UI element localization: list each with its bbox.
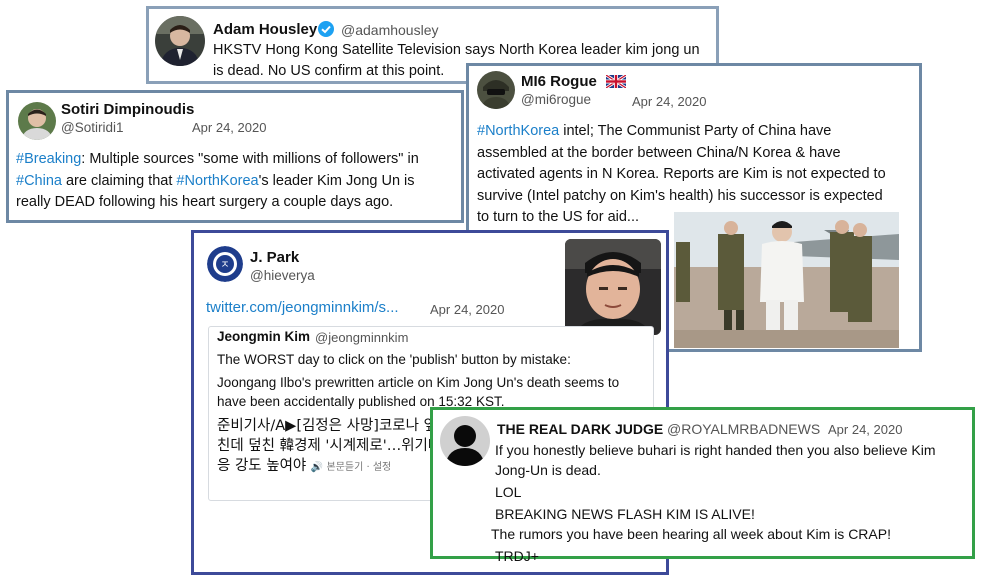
avatar[interactable] [18,102,56,140]
tweet-photo[interactable] [674,212,899,348]
tweet-date[interactable]: Apr 24, 2020 [430,302,504,317]
avatar[interactable] [477,71,515,109]
author-handle[interactable]: @hieverya [250,268,315,283]
text-fragment: 's leader Kim Jong Un is [258,172,415,189]
tweet-text-line: TRDJ+ [495,547,539,564]
author-handle[interactable]: @mi6rogue [521,92,591,107]
tweet-date[interactable]: Apr 24, 2020 [192,120,266,135]
tweet-text-line: #NorthKorea intel; The Communist Party o… [477,121,923,143]
hashtag-breaking[interactable]: #Breaking [16,151,81,167]
tweet-text-line: assembled at the border between China/N … [477,144,841,161]
tweet-text-line: activated agents in N Korea. Reports are… [477,166,886,182]
quoted-text: The WORST day to click on the 'publish' … [217,350,649,412]
quoted-text-line: The WORST day to click on the 'publish' … [217,352,571,367]
author-name[interactable]: Adam Housley [213,21,317,38]
author-handle[interactable]: @adamhousley [341,22,439,38]
tweet-text-line: LOL [495,484,522,500]
avatar[interactable] [440,416,490,466]
tweet-text-line: #China are claiming that #NorthKorea's l… [16,171,466,193]
tweet-text-line: survive (Intel patchy on Kim's health) h… [477,187,883,204]
text-fragment: intel; The Communist Party of China have [559,123,832,139]
listen-button[interactable]: 🔊 본문듣기 · 설정 [311,462,391,473]
hashtag-northkorea[interactable]: #NorthKorea [477,123,559,139]
tweet-photo[interactable] [565,239,661,335]
quoted-text-line: Joongang Ilbo's prewritten article on Ki… [217,374,620,390]
tweet-text-line: BREAKING NEWS FLASH KIM IS ALIVE! [495,505,755,522]
author-name[interactable]: THE REAL DARK JUDGE [497,421,663,437]
tweet-text-line: If you honestly believe buhari is right … [495,442,936,458]
tweet-text-line: Jong-Un is dead. [495,461,601,478]
tweet-date[interactable]: Apr 24, 2020 [632,94,706,109]
author-name[interactable]: J. Park [250,249,299,266]
uk-flag-icon [605,73,627,90]
author-name[interactable]: MI6 Rogue [521,73,597,90]
tweet-text: If you honestly believe buhari is right … [491,441,975,566]
hashtag-china[interactable]: #China [16,173,62,189]
avatar[interactable] [155,16,205,66]
tweet-date[interactable]: Apr 24, 2020 [828,422,902,437]
tweet-text: #Breaking: Multiple sources "some with m… [16,149,466,214]
hashtag-northkorea[interactable]: #NorthKorea [176,173,258,189]
text-fragment: : Multiple sources "some with millions o… [81,151,419,167]
text-fragment: are claiming that [61,172,177,189]
tweet-text-line: really DEAD following his heart surgery … [16,194,394,210]
quoted-author-name[interactable]: Jeongmin Kim [217,329,310,344]
headline-fragment: 응 강도 높여야 [217,458,307,474]
svg-text:ㅈ: ㅈ [220,260,229,271]
author-handle[interactable]: @ROYALMRBADNEWS [667,421,820,437]
verified-badge-icon [318,21,334,37]
author-handle[interactable]: @Sotiridi1 [61,120,123,135]
tweet-card-sotiri-dimpinoudis: Sotiri Dimpinoudis @Sotiridi1 Apr 24, 20… [6,90,464,223]
tweet-text-line: The rumors you have been hearing all wee… [491,526,891,542]
quoted-author-handle[interactable]: @jeongminnkim [315,330,408,345]
tweet-card-real-dark-judge: THE REAL DARK JUDGE @ROYALMRBADNEWS Apr … [430,407,975,564]
tweet-link[interactable]: twitter.com/jeongminnkim/s... [206,299,399,316]
avatar[interactable]: ㅈ [207,246,243,282]
tweet-text-line: HKSTV Hong Kong Satellite Television say… [213,42,700,58]
tweet-text-line: #Breaking: Multiple sources "some with m… [16,149,466,171]
author-name[interactable]: Sotiri Dimpinoudis [61,101,194,118]
